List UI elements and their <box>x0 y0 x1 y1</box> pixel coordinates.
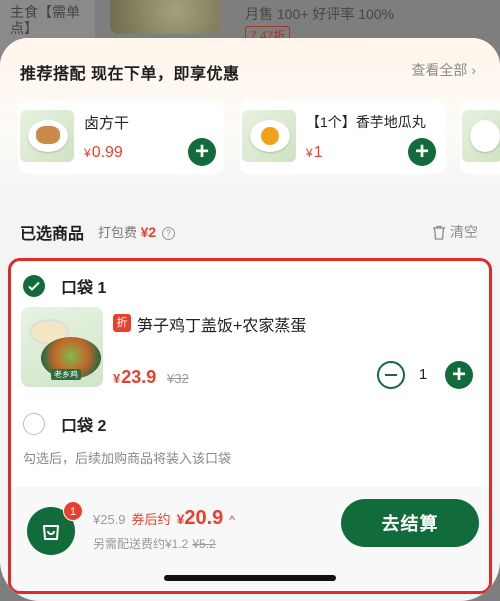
bg-food-image <box>110 0 220 34</box>
discount-badge: 折 <box>113 314 131 332</box>
recommend-item-image <box>462 110 500 162</box>
view-all-link[interactable]: 查看全部 › <box>411 60 476 80</box>
quantity-value: 1 <box>418 366 428 383</box>
cart-item-name: 笋子鸡丁盖饭+农家蒸蛋 <box>137 318 307 335</box>
recommend-section: 推荐搭配 现在下单，即享优惠 查看全部 › 卤方干 ¥0.99 + 【1个】香芋地… <box>0 38 500 188</box>
minus-icon <box>385 374 397 376</box>
chevron-up-icon[interactable]: ^ <box>229 513 235 527</box>
pack-fee: 打包费 ¥2 ? <box>98 222 175 241</box>
add-button[interactable]: + <box>408 138 436 166</box>
delivery-fee: 另需配送费约¥1.2 ¥5.2 <box>93 537 216 551</box>
recommend-item-image <box>20 110 74 162</box>
increase-button[interactable]: + <box>445 361 473 389</box>
home-indicator[interactable] <box>164 575 336 581</box>
view-all-label: 查看全部 <box>411 62 468 78</box>
decrease-button[interactable] <box>377 361 405 389</box>
brand-label: 老乡鸡 <box>51 369 81 380</box>
clear-button[interactable]: 清空 <box>432 222 478 242</box>
total-price: ¥20.9 <box>176 507 224 529</box>
bag-2-checkbox[interactable] <box>23 413 45 435</box>
recommend-item-price: ¥1 <box>306 144 323 161</box>
recommend-item-image <box>242 110 296 162</box>
bag-2-hint: 勾选后，后续加购商品将装入该口袋 <box>23 451 232 466</box>
help-icon[interactable]: ? <box>161 227 175 240</box>
total-line[interactable]: ¥25.9 券后约 ¥20.9 ^ <box>93 507 235 530</box>
recommend-card-1[interactable]: 卤方干 ¥0.99 + <box>18 100 224 174</box>
selected-title: 已选商品 <box>20 226 85 243</box>
cart-item-original-price: ¥32 <box>167 371 189 386</box>
clear-label: 清空 <box>450 224 478 240</box>
check-icon <box>28 281 40 291</box>
original-total: ¥25.9 <box>93 512 126 527</box>
bag-2-label: 口袋 2 <box>61 418 107 435</box>
plus-icon: + <box>194 138 209 165</box>
bag-1-checkbox[interactable] <box>23 275 45 297</box>
add-button[interactable]: + <box>188 138 216 166</box>
selected-header: 已选商品 打包费 ¥2 ? 清空 <box>0 210 500 250</box>
cart-item-price: ¥23.9 <box>113 367 157 387</box>
bag-1-label: 口袋 1 <box>61 280 107 297</box>
recommend-title: 推荐搭配 现在下单，即享优惠 <box>20 66 240 83</box>
bag-icon <box>43 525 59 540</box>
bag-2-row[interactable]: 口袋 2 <box>23 409 106 439</box>
recommend-item-name: 【1个】香芋地瓜丸 <box>306 114 426 130</box>
selected-items-frame: 口袋 1 老乡鸡 折 笋子鸡丁盖饭+农家蒸蛋 ¥23.9 ¥32 1 + 口袋 … <box>8 258 492 594</box>
chevron-right-icon: › <box>471 62 476 78</box>
plus-icon: + <box>414 138 429 165</box>
recommend-item-name: 卤方干 <box>84 115 130 132</box>
recommend-card-2[interactable]: 【1个】香芋地瓜丸 ¥1 + <box>240 100 446 174</box>
trash-icon <box>433 225 445 240</box>
bag-1-row[interactable]: 口袋 1 <box>23 271 106 301</box>
cart-item-image: 老乡鸡 <box>21 307 103 387</box>
checkout-button[interactable]: 去结算 <box>341 499 479 547</box>
cart-count-badge: 1 <box>63 501 83 521</box>
bg-sales-text: 月售 100+ 好评率 100% <box>245 6 395 22</box>
cart-sheet: 推荐搭配 现在下单，即享优惠 查看全部 › 卤方干 ¥0.99 + 【1个】香芋地… <box>0 38 500 601</box>
plus-icon: + <box>451 361 466 388</box>
recommend-card-3-partial[interactable] <box>460 100 500 174</box>
recommend-item-price: ¥0.99 <box>84 144 123 161</box>
quantity-stepper: 1 + <box>377 361 473 389</box>
after-coupon-label: 券后约 <box>131 512 171 527</box>
